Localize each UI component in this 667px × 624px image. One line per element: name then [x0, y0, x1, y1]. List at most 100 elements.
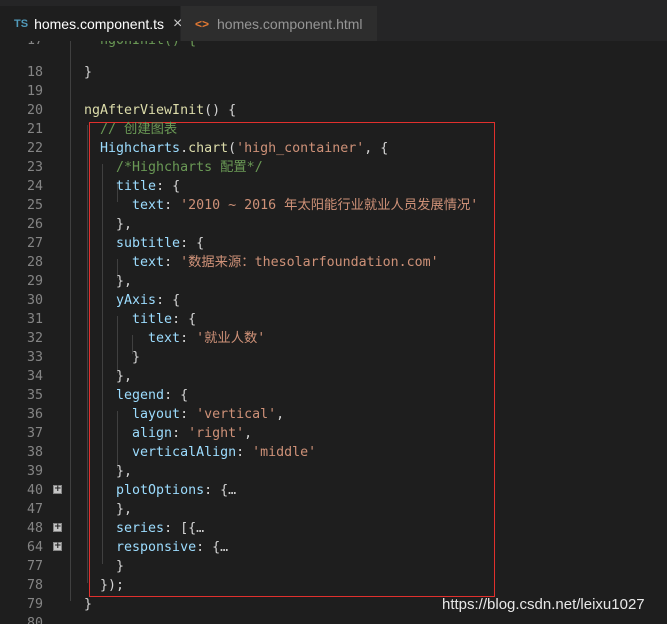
code-token: '2010 ~ 2016 年太阳能行业就业人员发展情况' — [180, 198, 479, 213]
line-number: 64 — [26, 540, 43, 555]
code-token: 'high_container' — [236, 141, 365, 156]
line-number: 38 — [26, 445, 43, 460]
code-token: 'right' — [188, 426, 245, 441]
code-token: : — [180, 407, 197, 422]
code-line[interactable]: 27 subtitle: { — [0, 234, 667, 253]
code-token: title — [84, 179, 157, 194]
code-token: : — [172, 426, 189, 441]
code-line[interactable]: 47 }, — [0, 500, 667, 519]
code-token: … — [196, 521, 205, 536]
code-token: ngAfterViewInit — [84, 103, 205, 118]
code-line[interactable]: 39 }, — [0, 462, 667, 481]
line-number: 37 — [26, 426, 43, 441]
code-line[interactable]: 24 title: { — [0, 177, 667, 196]
code-text: } — [84, 595, 92, 614]
code-text: align: 'right', — [84, 424, 252, 443]
line-number: 36 — [26, 407, 43, 422]
code-token: series — [84, 521, 165, 536]
code-line[interactable]: 64 + responsive: {… — [0, 538, 667, 557]
code-line[interactable]: 37 align: 'right', — [0, 424, 667, 443]
code-line[interactable]: 38 verticalAlign: 'middle' — [0, 443, 667, 462]
code-line[interactable]: 35 legend: { — [0, 386, 667, 405]
line-number: 21 — [26, 122, 43, 137]
code-token: '就业人数' — [196, 331, 266, 346]
code-token: /*Highcharts 配置*/ — [84, 160, 263, 175]
code-text: }, — [84, 462, 132, 481]
code-token: subtitle — [84, 236, 181, 251]
code-token: } — [84, 597, 93, 612]
code-token: }, — [84, 369, 133, 384]
code-text: ngAfterViewInit() { — [84, 101, 236, 120]
code-line[interactable]: 29 }, — [0, 272, 667, 291]
code-token: } — [84, 350, 141, 365]
expand-fold-icon[interactable]: + — [53, 542, 62, 551]
code-token: : { — [196, 540, 221, 555]
code-line[interactable]: 34 }, — [0, 367, 667, 386]
code-editor[interactable]: 17 ngOnInit() { 18} 19 20 ngAfterViewInit() … — [0, 41, 667, 624]
line-number: 47 — [26, 502, 43, 517]
code-line[interactable]: 25 text: '2010 ~ 2016 年太阳能行业就业人员发展情况' — [0, 196, 667, 215]
code-line[interactable]: 77 } — [0, 557, 667, 576]
code-line[interactable]: 22 Highcharts.chart('high_container', { — [0, 139, 667, 158]
watermark: https://blog.csdn.net/leixu1027 — [442, 596, 645, 613]
code-line[interactable]: 36 layout: 'vertical', — [0, 405, 667, 424]
code-text: title: { — [84, 177, 180, 196]
line-number: 34 — [26, 369, 43, 384]
expand-fold-icon[interactable]: + — [53, 485, 62, 494]
code-line[interactable]: 30 yAxis: { — [0, 291, 667, 310]
code-line[interactable]: 19 — [0, 82, 667, 101]
code-token: text — [84, 255, 165, 270]
code-line[interactable]: 78 }); — [0, 576, 667, 595]
code-line[interactable]: 28 text: '数据来源：thesolarfoundation.com' — [0, 253, 667, 272]
code-line[interactable]: 32 text: '就业人数' — [0, 329, 667, 348]
code-token: : { — [156, 179, 181, 194]
code-line[interactable]: 26 }, — [0, 215, 667, 234]
line-number: 17 — [0, 41, 43, 50]
code-token: align — [84, 426, 173, 441]
code-line[interactable]: 48 + series: [{… — [0, 519, 667, 538]
line-number: 77 — [26, 559, 43, 574]
line-number: 78 — [26, 578, 43, 593]
code-line[interactable]: 80 — [0, 614, 667, 624]
code-text: } — [84, 63, 92, 82]
line-number: 35 — [26, 388, 43, 403]
code-text: legend: { — [84, 386, 188, 405]
code-token: '数据来源：thesolarfoundation.com' — [180, 255, 439, 270]
code-line[interactable]: 31 title: { — [0, 310, 667, 329]
tab-homes-component-html[interactable]: <> homes.component.html — [181, 6, 377, 41]
line-number: 29 — [26, 274, 43, 289]
code-line[interactable]: 33 } — [0, 348, 667, 367]
line-number: 19 — [26, 84, 43, 99]
code-token: : — [180, 331, 197, 346]
line-number: 27 — [26, 236, 43, 251]
code-text: }, — [84, 272, 132, 291]
code-line[interactable]: 17 ngOnInit() { — [0, 41, 667, 50]
line-number: 23 — [26, 160, 43, 175]
code-text: text: '就业人数' — [84, 329, 265, 348]
tab-homes-component-ts[interactable]: TS homes.component.ts × — [0, 6, 182, 41]
code-line[interactable]: 20 ngAfterViewInit() { — [0, 101, 667, 120]
tab-bar: TS homes.component.ts × <> homes.compone… — [0, 0, 667, 41]
code-line[interactable]: 40 + plotOptions: {… — [0, 481, 667, 500]
code-token: }, — [84, 464, 133, 479]
code-text: // 创建图表 — [84, 120, 177, 139]
code-token: // 创建图表 — [84, 122, 178, 137]
code-line[interactable]: 18} — [0, 63, 667, 82]
line-number: 25 — [26, 198, 43, 213]
code-token: , — [276, 407, 285, 422]
code-text: verticalAlign: 'middle' — [84, 443, 316, 462]
code-token: : — [236, 445, 253, 460]
code-token: : { — [156, 293, 181, 308]
line-number: 30 — [26, 293, 43, 308]
line-number: 32 — [26, 331, 43, 346]
code-line[interactable]: 21 // 创建图表 — [0, 120, 667, 139]
code-text: ngOnInit() { — [84, 41, 196, 50]
code-text: title: { — [84, 310, 196, 329]
line-number: 20 — [26, 103, 43, 118]
code-line[interactable]: 23 /*Highcharts 配置*/ — [0, 158, 667, 177]
code-text: text: '数据来源：thesolarfoundation.com' — [84, 253, 439, 272]
code-text: layout: 'vertical', — [84, 405, 284, 424]
code-token: text — [84, 198, 165, 213]
tab-label: homes.component.html — [217, 15, 363, 32]
expand-fold-icon[interactable]: + — [53, 523, 62, 532]
